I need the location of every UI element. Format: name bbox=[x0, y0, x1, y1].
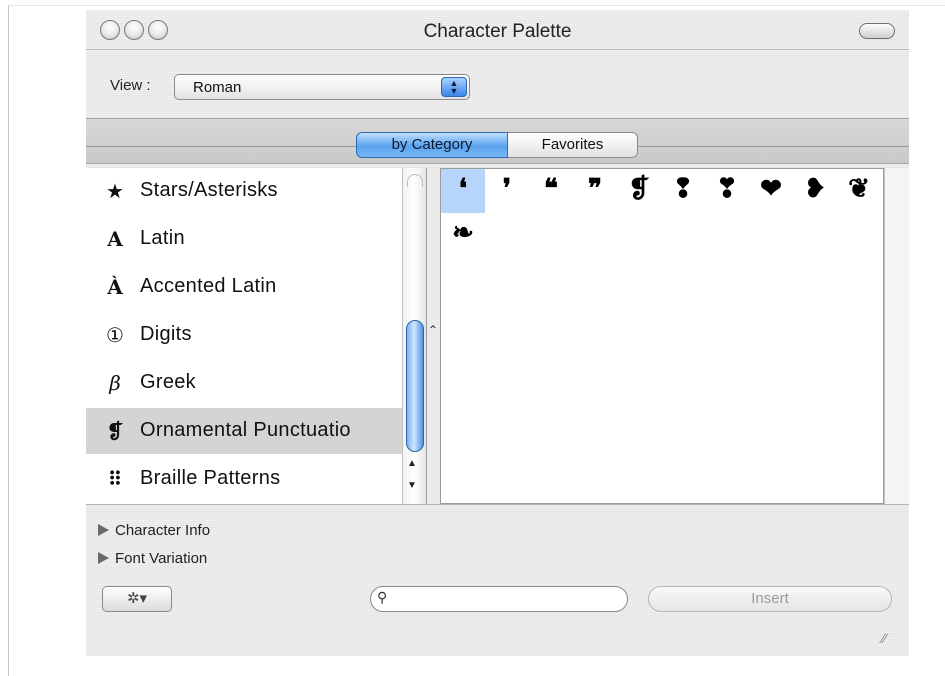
category-item-ornamental-punctuation[interactable]: ❡ Ornamental Punctuatio bbox=[86, 408, 402, 454]
category-label: Stars/Asterisks bbox=[140, 179, 278, 201]
glyph-cell[interactable]: ❤ bbox=[749, 169, 793, 213]
view-label: View : bbox=[110, 77, 151, 94]
view-selected-value: Roman bbox=[193, 79, 242, 96]
glyph-cell[interactable]: ❧ bbox=[441, 213, 485, 257]
tab-favorites[interactable]: Favorites bbox=[508, 132, 638, 158]
insert-button[interactable]: Insert bbox=[648, 586, 892, 612]
glyph-cell[interactable]: ❣ bbox=[705, 169, 749, 213]
disclosure-triangle-icon bbox=[98, 552, 109, 564]
scroll-up-arrow-icon[interactable]: ▲ bbox=[407, 458, 417, 469]
search-field[interactable]: ⚲ bbox=[370, 586, 628, 612]
resize-grip-icon[interactable]: ⁄⁄ bbox=[882, 630, 887, 646]
tab-band-line-left bbox=[86, 146, 356, 147]
category-item-braille-patterns[interactable]: ⠿ Braille Patterns bbox=[86, 456, 402, 502]
font-variation-label: Font Variation bbox=[115, 550, 208, 567]
star-icon: ★ bbox=[106, 179, 124, 203]
beta-icon: β bbox=[109, 371, 121, 395]
glyph-cell[interactable]: ❞ bbox=[573, 169, 617, 213]
select-arrows-icon: ▲ ▼ bbox=[441, 77, 467, 97]
category-item-latin[interactable]: A Latin bbox=[86, 216, 402, 262]
gear-icon: ✲▾ bbox=[126, 590, 148, 607]
glyph-cell[interactable]: ❜ bbox=[485, 169, 529, 213]
disclosure-triangle-icon bbox=[98, 524, 109, 536]
category-label: Accented Latin bbox=[140, 275, 277, 297]
category-label: Ornamental Punctuatio bbox=[140, 419, 351, 441]
category-label: Braille Patterns bbox=[140, 467, 281, 489]
glyph-cell[interactable]: ❥ bbox=[793, 169, 837, 213]
character-grid[interactable]: ❛ ❜ ❝ ❞ ❡ ❢ ❣ ❤ ❥ ❦ ❧ bbox=[440, 168, 884, 504]
category-item-greek[interactable]: β Greek bbox=[86, 360, 402, 406]
pilcrow-icon: ❡ bbox=[106, 419, 124, 443]
accented-a-icon: À bbox=[107, 275, 123, 299]
character-info-label: Character Info bbox=[115, 522, 211, 539]
page-top-rule bbox=[8, 5, 945, 6]
glyph-cell[interactable]: ❛ bbox=[441, 169, 485, 213]
toolbar-toggle-button[interactable] bbox=[859, 23, 895, 39]
category-scrollbar[interactable]: ▲ ▼ bbox=[402, 168, 426, 504]
glyph-cell[interactable]: ❡ bbox=[617, 169, 661, 213]
braille-icon: ⠿ bbox=[107, 467, 123, 491]
window-title: Character Palette bbox=[423, 21, 572, 42]
scrollbar-thumb[interactable] bbox=[406, 320, 424, 452]
category-label: Digits bbox=[140, 323, 192, 345]
category-item-stars-asterisks[interactable]: ★ Stars/Asterisks bbox=[86, 168, 402, 214]
category-label: Greek bbox=[140, 371, 196, 393]
action-gear-button[interactable]: ✲▾ bbox=[102, 586, 172, 612]
character-palette-window: Character Palette View : Roman ▲ ▼ by Cat… bbox=[86, 10, 909, 656]
bottom-separator bbox=[86, 504, 909, 505]
character-info-disclosure[interactable]: Character Info bbox=[98, 522, 210, 539]
scroll-down-arrow-icon[interactable]: ▼ bbox=[407, 480, 417, 491]
latin-a-icon: A bbox=[107, 227, 123, 251]
glyph-cell[interactable]: ❝ bbox=[529, 169, 573, 213]
glyph-cell[interactable]: ❦ bbox=[837, 169, 881, 213]
character-grid-scrollbar[interactable] bbox=[884, 168, 909, 504]
title-bar[interactable]: Character Palette bbox=[86, 10, 909, 50]
scrollbar-top-cap bbox=[407, 174, 423, 187]
category-item-digits[interactable]: ① Digits bbox=[86, 312, 402, 358]
panel-splitter[interactable]: ⌃ bbox=[426, 168, 440, 504]
title-separator bbox=[86, 49, 909, 50]
font-variation-disclosure[interactable]: Font Variation bbox=[98, 550, 207, 567]
view-select[interactable]: Roman ▲ ▼ bbox=[174, 74, 470, 100]
glyph-cell[interactable]: ❢ bbox=[661, 169, 705, 213]
category-list[interactable]: ★ Stars/Asterisks A Latin À Accented Lat… bbox=[86, 168, 427, 505]
tab-band-line-right bbox=[638, 146, 909, 147]
circled-one-icon: ① bbox=[106, 323, 124, 347]
category-label: Latin bbox=[140, 227, 185, 249]
tab-by-category[interactable]: by Category bbox=[356, 132, 508, 158]
splitter-caret-icon: ⌃ bbox=[428, 323, 439, 337]
category-item-accented-latin[interactable]: À Accented Latin bbox=[86, 264, 402, 310]
search-icon: ⚲ bbox=[377, 589, 388, 605]
page-left-rule bbox=[8, 6, 9, 676]
